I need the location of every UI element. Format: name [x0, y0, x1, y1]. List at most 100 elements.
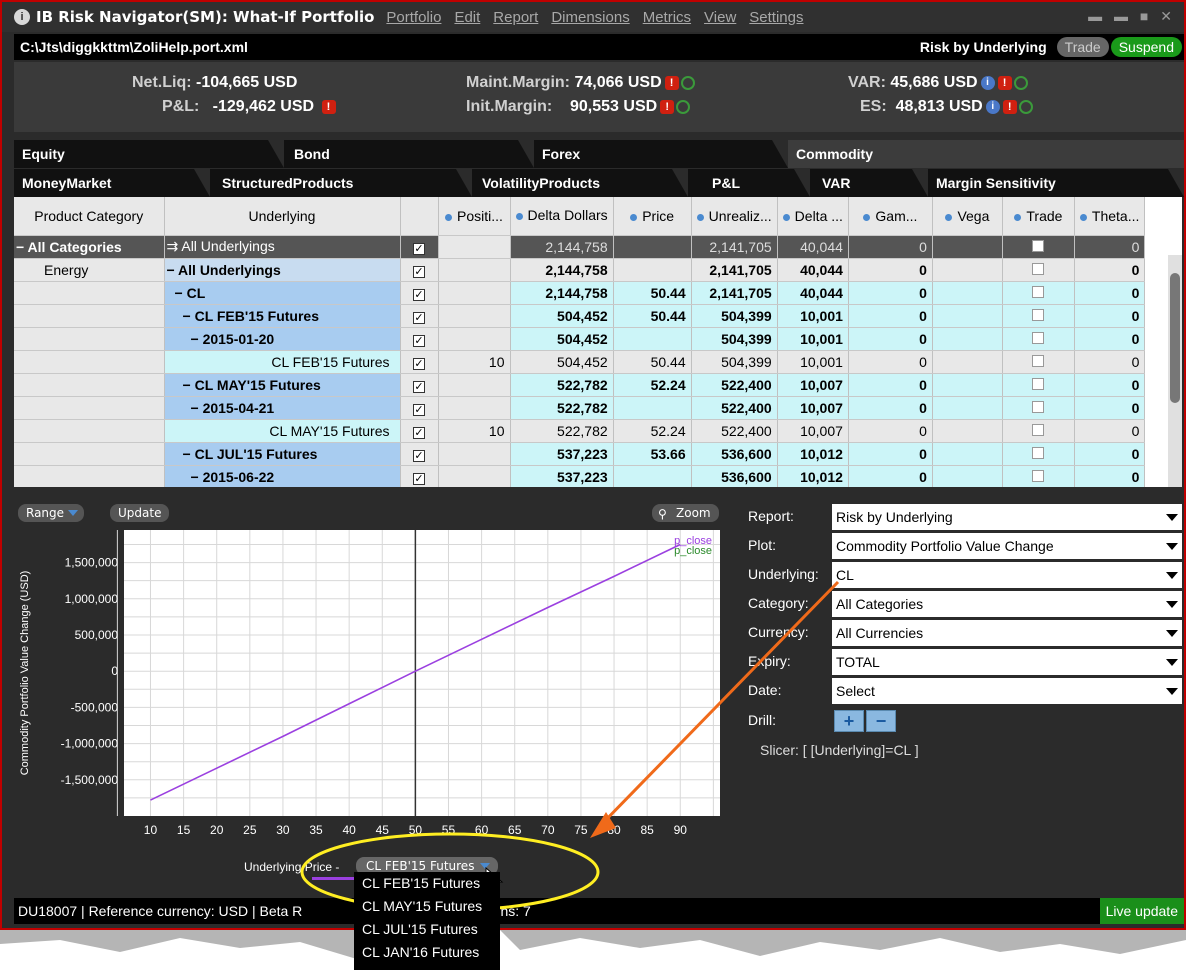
trade-checkbox[interactable]	[1032, 401, 1044, 413]
col-unrealized[interactable]: Unrealiz...	[691, 197, 777, 235]
menu-report[interactable]: Report	[493, 9, 538, 26]
include-checkbox[interactable]: ✓	[413, 266, 425, 278]
suspend-button[interactable]: Suspend	[1111, 37, 1182, 57]
include-checkbox[interactable]: ✓	[413, 473, 425, 485]
include-checkbox[interactable]: ✓	[413, 335, 425, 347]
window-controls[interactable]: ▬ ▬ ■ ✕	[1088, 8, 1176, 25]
cell-underlying[interactable]: − CL JUL'15 Futures	[164, 442, 400, 465]
cell-underlying[interactable]: − CL MAY'15 Futures	[164, 373, 400, 396]
table-row[interactable]: Energy− All Underlyings✓2,144,7582,141,7…	[14, 258, 1145, 281]
collapse-icon[interactable]: −	[167, 262, 179, 278]
col-delta-dollars[interactable]: Delta Dollars	[510, 197, 613, 235]
cell-underlying[interactable]: − 2015-01-20	[164, 327, 400, 350]
warning-icon[interactable]: !	[322, 100, 336, 114]
trade-checkbox[interactable]	[1032, 470, 1044, 482]
trade-checkbox[interactable]	[1032, 332, 1044, 344]
col-price[interactable]: Price	[613, 197, 691, 235]
collapse-icon[interactable]: −	[183, 377, 195, 393]
trade-checkbox[interactable]	[1032, 447, 1044, 459]
cell-underlying[interactable]: CL MAY'15 Futures	[164, 419, 400, 442]
range-button[interactable]: Range	[18, 504, 84, 522]
drill-down-icon[interactable]: +	[834, 710, 864, 732]
zoom-button[interactable]: ⚲Zoom	[652, 504, 719, 522]
underlying-select[interactable]: CL	[832, 562, 1182, 588]
collapse-icon[interactable]: −	[191, 469, 203, 485]
grid-scrollbar[interactable]	[1168, 255, 1182, 487]
tab-margin-sensitivity[interactable]: Margin Sensitivity	[928, 169, 1184, 197]
plot-select[interactable]: Commodity Portfolio Value Change	[832, 533, 1182, 559]
warning-icon[interactable]: !	[1003, 100, 1017, 114]
col-include[interactable]	[400, 197, 438, 235]
table-row[interactable]: − CL MAY'15 Futures✓522,78252.24522,4001…	[14, 373, 1145, 396]
trade-checkbox[interactable]	[1032, 286, 1044, 298]
collapse-icon[interactable]: −	[183, 308, 195, 324]
info-icon[interactable]: i	[981, 76, 995, 90]
col-product-category[interactable]: Product Category	[14, 197, 164, 235]
include-checkbox[interactable]: ✓	[413, 243, 425, 255]
pane-splitter[interactable]	[14, 490, 1182, 500]
menu-edit[interactable]: Edit	[454, 9, 480, 26]
cell-underlying[interactable]: − 2015-04-21	[164, 396, 400, 419]
col-gamma[interactable]: Gam...	[848, 197, 932, 235]
col-theta[interactable]: Theta...	[1074, 197, 1144, 235]
menu-portfolio[interactable]: Portfolio	[386, 9, 441, 26]
report-select[interactable]: Risk by Underlying	[832, 504, 1182, 530]
refresh-icon[interactable]	[1019, 100, 1033, 114]
include-checkbox[interactable]: ✓	[413, 381, 425, 393]
tab-commodity[interactable]: Commodity	[788, 140, 1184, 168]
table-row[interactable]: − CL FEB'15 Futures✓504,45250.44504,3991…	[14, 304, 1145, 327]
dropdown-option[interactable]: CL MAY'15 Futures	[354, 895, 500, 918]
table-row[interactable]: − CL JUL'15 Futures✓537,22353.66536,6001…	[14, 442, 1145, 465]
grid-scrollbar-thumb[interactable]	[1170, 273, 1180, 403]
include-checkbox[interactable]: ✓	[413, 312, 425, 324]
menu-view[interactable]: View	[704, 9, 736, 26]
trade-checkbox[interactable]	[1032, 240, 1044, 252]
collapse-icon[interactable]: −	[191, 331, 203, 347]
expiry-select[interactable]: TOTAL	[832, 649, 1182, 675]
trade-checkbox[interactable]	[1032, 378, 1044, 390]
update-button[interactable]: Update	[110, 504, 169, 522]
table-row[interactable]: − All Categories⇉ All Underlyings✓2,144,…	[14, 235, 1145, 258]
trade-checkbox[interactable]	[1032, 424, 1044, 436]
tab-equity[interactable]: Equity	[14, 140, 284, 168]
currency-select[interactable]: All Currencies	[832, 620, 1182, 646]
table-row[interactable]: CL FEB'15 Futures✓10504,45250.44504,3991…	[14, 350, 1145, 373]
warning-icon[interactable]: !	[998, 76, 1012, 90]
trade-checkbox[interactable]	[1032, 309, 1044, 321]
trade-checkbox[interactable]	[1032, 263, 1044, 275]
tab-bond[interactable]: Bond	[284, 140, 534, 168]
refresh-icon[interactable]	[681, 76, 695, 90]
table-row[interactable]: − 2015-01-20✓504,452504,39910,00100	[14, 327, 1145, 350]
tab-structuredproducts[interactable]: StructuredProducts	[210, 169, 472, 197]
warning-icon[interactable]: !	[660, 100, 674, 114]
dropdown-option[interactable]: CL JUL'15 Futures	[354, 918, 500, 941]
warning-icon[interactable]: !	[665, 76, 679, 90]
table-row[interactable]: − 2015-06-22✓537,223536,60010,01200	[14, 465, 1145, 487]
cell-underlying[interactable]: ⇉ All Underlyings	[164, 235, 400, 258]
cell-underlying[interactable]: − 2015-06-22	[164, 465, 400, 487]
col-vega[interactable]: Vega	[932, 197, 1002, 235]
refresh-icon[interactable]	[676, 100, 690, 114]
include-checkbox[interactable]: ✓	[413, 404, 425, 416]
col-delta[interactable]: Delta ...	[777, 197, 848, 235]
collapse-icon[interactable]: ⇉	[167, 238, 182, 254]
drill-up-icon[interactable]: −	[866, 710, 896, 732]
cell-underlying[interactable]: CL FEB'15 Futures	[164, 350, 400, 373]
cell-underlying[interactable]: − All Underlyings	[164, 258, 400, 281]
tab-var[interactable]: VAR	[810, 169, 928, 197]
tab-pl[interactable]: P&L	[688, 169, 810, 197]
include-checkbox[interactable]: ✓	[413, 450, 425, 462]
tab-volatilityproducts[interactable]: VolatilityProducts	[472, 169, 688, 197]
refresh-icon[interactable]	[1014, 76, 1028, 90]
trade-button[interactable]: Trade	[1057, 37, 1109, 57]
collapse-icon[interactable]: −	[183, 446, 195, 462]
cell-underlying[interactable]: − CL	[164, 281, 400, 304]
include-checkbox[interactable]: ✓	[413, 289, 425, 301]
menu-settings[interactable]: Settings	[749, 9, 803, 26]
col-underlying[interactable]: Underlying	[164, 197, 400, 235]
table-row[interactable]: − CL✓2,144,75850.442,141,70540,04400	[14, 281, 1145, 304]
table-row[interactable]: CL MAY'15 Futures✓10522,78252.24522,4001…	[14, 419, 1145, 442]
collapse-icon[interactable]: −	[175, 285, 187, 301]
tab-moneymarket[interactable]: MoneyMarket	[14, 169, 210, 197]
dropdown-option[interactable]: CL JAN'16 Futures	[354, 941, 500, 964]
